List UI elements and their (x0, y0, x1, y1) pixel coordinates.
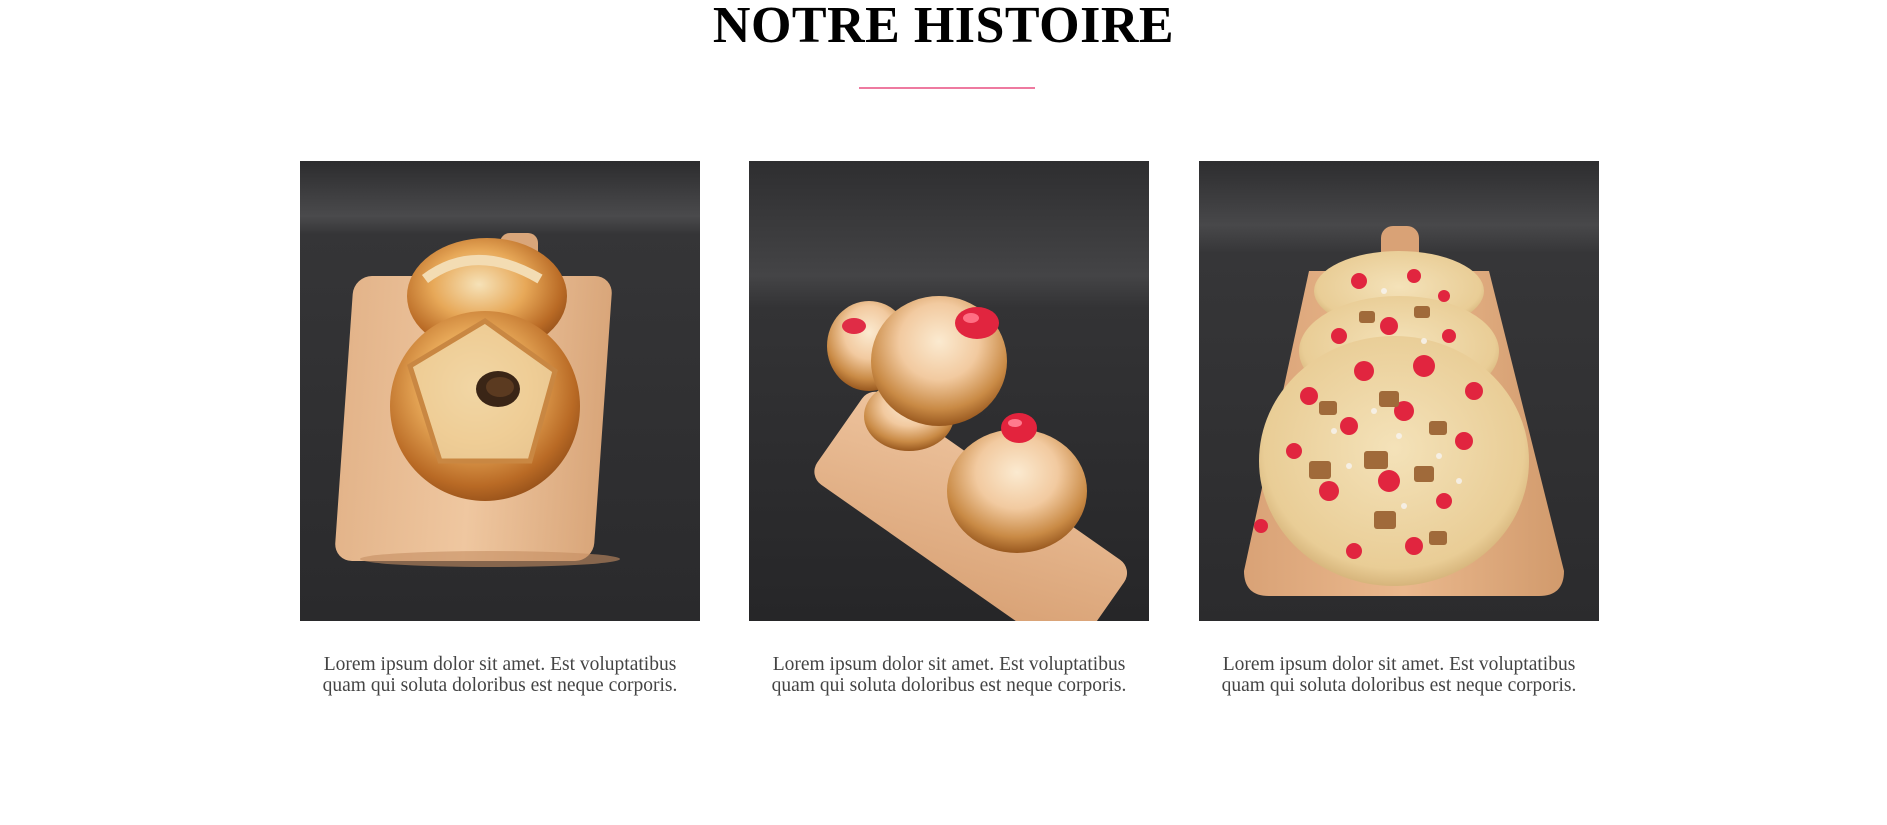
section-title: NOTRE HISTOIRE (712, 0, 1175, 54)
story-card: Lorem ipsum dolor sit amet. Est voluptat… (749, 161, 1149, 696)
card-caption: Lorem ipsum dolor sit amet. Est voluptat… (771, 654, 1127, 696)
story-card: Lorem ipsum dolor sit amet. Est voluptat… (1199, 161, 1599, 696)
history-section: NOTRE HISTOIRE Lorem ipsum dolor sit ame… (0, 0, 1887, 825)
praline-brioche-buns-photo (749, 161, 1149, 621)
card-caption: Lorem ipsum dolor sit amet. Est voluptat… (322, 654, 678, 696)
title-divider (859, 87, 1035, 89)
story-card: Lorem ipsum dolor sit amet. Est voluptat… (300, 161, 700, 696)
card-caption: Lorem ipsum dolor sit amet. Est voluptat… (1221, 654, 1577, 696)
brioche-ring-photo (300, 161, 700, 621)
praline-flatbread-photo (1199, 161, 1599, 621)
